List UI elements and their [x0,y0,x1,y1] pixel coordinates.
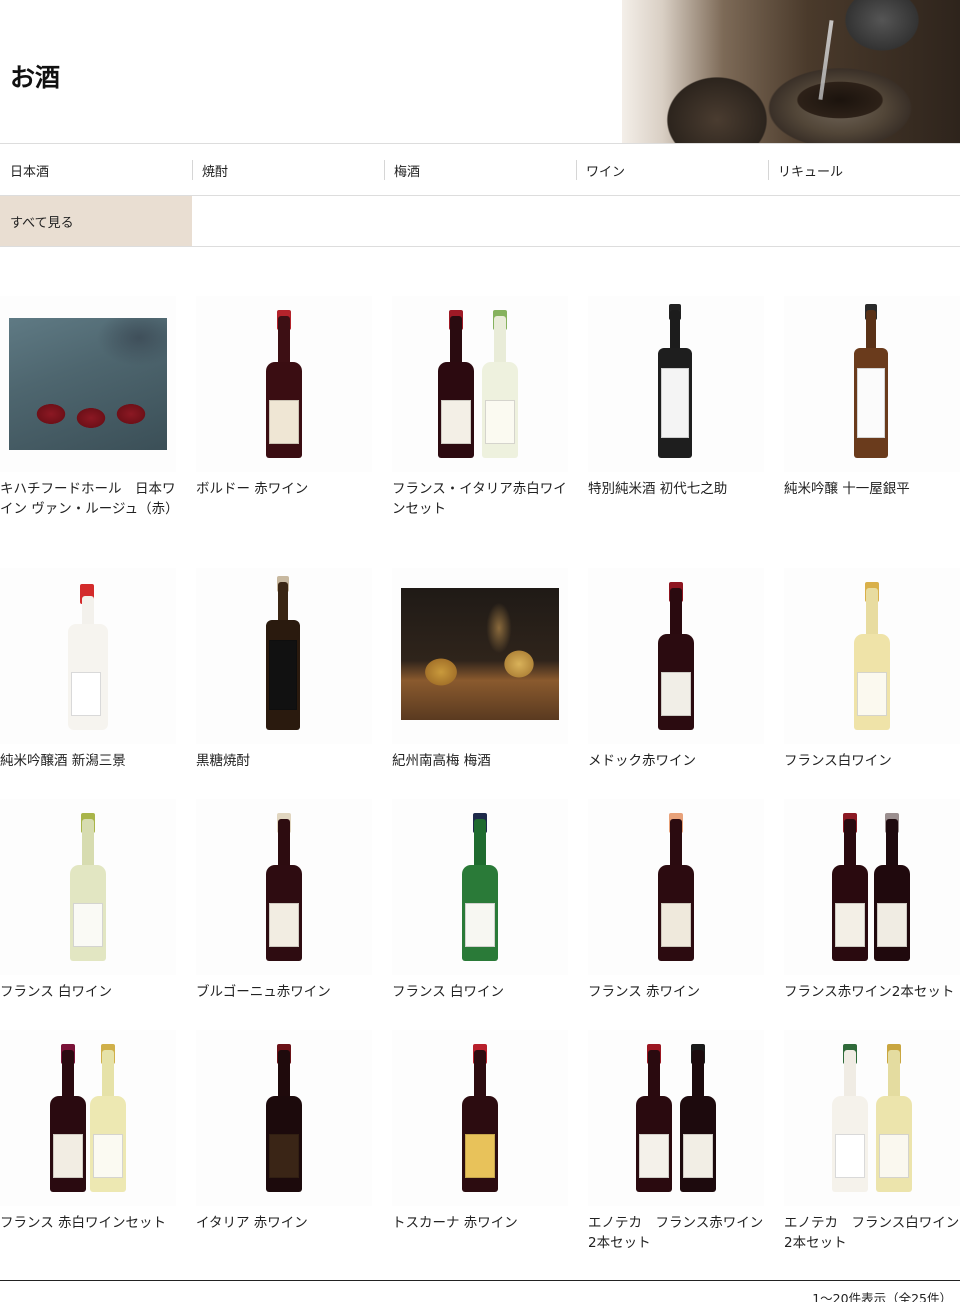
sake-bottle-icon [68,582,108,730]
wine-bottle-icon [266,1044,302,1192]
wine-bottle-icon [874,813,910,961]
wine-bottle-icon [658,813,694,961]
product-card[interactable]: エノテカ フランス赤ワイン2本セット [588,1030,764,1253]
wine-bottle-icon [50,1044,86,1192]
product-card[interactable]: メドック赤ワイン [588,568,764,771]
category-nav: 日本酒 焼酎 梅酒 ワイン リキュール [0,144,960,196]
product-name: フランス 白ワイン [392,984,505,1000]
product-name: フランス 白ワイン [0,984,113,1000]
product-image [392,296,568,472]
product-image [784,296,960,472]
product-image [196,1030,372,1206]
product-image [784,799,960,975]
wine-bottle-icon [462,1044,498,1192]
product-name: 純米吟醸 十一屋銀平 [784,481,910,497]
product-name: メドック赤ワイン [588,753,696,769]
product-image [196,799,372,975]
sake-bottle-icon [658,304,692,458]
umeshu-glass-photo [401,588,559,720]
category-hero: お酒 [0,0,960,144]
product-image [0,799,176,975]
product-name: フランス赤ワイン2本セット [784,984,955,1000]
sake-bottle-icon [854,304,888,458]
product-name: 特別純米酒 初代七之助 [588,481,728,497]
product-card[interactable]: 純米吟醸 十一屋銀平 [784,296,960,499]
wine-bottle-icon [854,582,890,730]
product-name: キハチフードホール 日本ワイン ヴァン・ルージュ（赤） [0,481,179,517]
product-name: 純米吟醸酒 新潟三景 [0,753,126,769]
product-image [392,568,568,744]
product-name: 紀州南高梅 梅酒 [392,753,491,769]
sake-pouring-photo [622,0,960,143]
product-image [588,296,764,472]
product-card[interactable]: 特別純米酒 初代七之助 [588,296,764,499]
result-count: 1〜20件表示（全25件） [812,1291,952,1302]
category-tab-nihonshu[interactable]: 日本酒 [0,144,192,196]
wine-bottle-icon [482,310,518,458]
view-all-link[interactable]: すべて見る [0,196,192,246]
product-name: フランス白ワイン [784,753,892,769]
product-card[interactable]: 黒糖焼酎 [196,568,372,771]
product-image [784,568,960,744]
product-card[interactable]: フランス 白ワイン [0,799,176,1002]
product-image [0,296,176,472]
wine-bottle-icon [70,813,106,961]
product-image [392,799,568,975]
product-card[interactable]: トスカーナ 赤ワイン [392,1030,568,1233]
product-name: イタリア 赤ワイン [196,1215,308,1231]
category-tab-shochu[interactable]: 焼酎 [192,144,384,196]
product-image [588,1030,764,1206]
product-name: フランス 赤ワイン [588,984,701,1000]
product-image [196,296,372,472]
product-image [196,568,372,744]
product-card[interactable]: フランス白ワイン [784,568,960,771]
product-image [588,568,764,744]
product-name: トスカーナ 赤ワイン [392,1215,518,1231]
wine-bottle-icon [438,310,474,458]
category-tab-umeshu[interactable]: 梅酒 [384,144,576,196]
product-card[interactable]: フランス・イタリア赤白ワインセット [392,296,568,519]
product-card[interactable]: フランス 白ワイン [392,799,568,1002]
wine-pouring-photo [9,318,167,450]
product-image [588,799,764,975]
product-name: エノテカ フランス赤ワイン2本セット [588,1215,764,1251]
product-name: エノテカ フランス白ワイン2本セット [784,1215,960,1251]
pagination-summary: 1〜20件表示（全25件） [0,1280,960,1302]
product-name: フランス・イタリア赤白ワインセット [392,481,567,517]
wine-bottle-icon [658,582,694,730]
wine-bottle-icon [266,813,302,961]
category-tab-liqueur[interactable]: リキュール [768,144,960,196]
wine-bottle-icon [636,1044,672,1192]
wine-bottle-icon [90,1044,126,1192]
product-card[interactable]: キハチフードホール 日本ワイン ヴァン・ルージュ（赤） [0,296,179,519]
wine-bottle-icon [266,310,302,458]
product-card[interactable]: ブルゴーニュ赤ワイン [196,799,372,1002]
product-card[interactable]: フランス赤ワイン2本セット [784,799,960,1002]
page-title: お酒 [10,63,61,92]
product-name: 黒糖焼酎 [196,753,250,769]
category-tab-wine[interactable]: ワイン [576,144,768,196]
wine-bottle-icon [876,1044,912,1192]
product-name: フランス 赤白ワインセット [0,1215,167,1231]
product-card[interactable]: イタリア 赤ワイン [196,1030,372,1233]
wine-bottle-icon [832,813,868,961]
wine-bottle-icon [462,813,498,961]
wine-bottle-icon [680,1044,716,1192]
shochu-bottle-icon [266,576,300,730]
product-image [0,1030,176,1206]
product-card[interactable]: フランス 赤ワイン [588,799,764,1002]
product-image [0,568,176,744]
product-card[interactable]: フランス 赤白ワインセット [0,1030,176,1233]
sub-nav: すべて見る [0,196,960,247]
product-image [392,1030,568,1206]
product-name: ボルドー 赤ワイン [196,481,309,497]
product-image [784,1030,960,1206]
product-card[interactable]: ボルドー 赤ワイン [196,296,372,499]
product-card[interactable]: 紀州南高梅 梅酒 [392,568,568,771]
product-card[interactable]: エノテカ フランス白ワイン2本セット [784,1030,960,1253]
product-name: ブルゴーニュ赤ワイン [196,984,331,1000]
product-card[interactable]: 純米吟醸酒 新潟三景 [0,568,176,771]
wine-bottle-icon [832,1044,868,1192]
